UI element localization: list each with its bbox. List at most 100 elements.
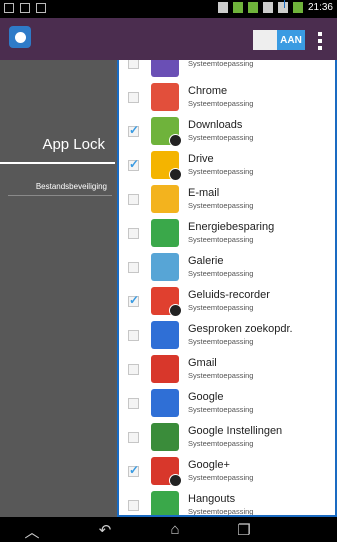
app-name: Drive (188, 153, 214, 166)
drawer-item-file-protection[interactable]: Bestandsbeveiliging (36, 182, 107, 191)
downloads-icon (151, 117, 182, 147)
app-checkbox[interactable] (128, 431, 139, 443)
app-checkbox[interactable] (128, 293, 139, 307)
email-icon (151, 185, 179, 213)
vibrate-icon (262, 2, 273, 13)
notification-icons (4, 3, 46, 13)
chrome-icon (151, 83, 179, 111)
app-checkbox[interactable] (128, 60, 139, 69)
drive-icon (151, 151, 182, 181)
lock-badge-icon (169, 168, 182, 181)
app-checkbox[interactable] (128, 227, 139, 239)
app-checkbox[interactable] (128, 157, 139, 171)
action-bar: AAN (0, 18, 337, 60)
app-checkbox[interactable] (128, 193, 139, 205)
recorder-icon (151, 287, 182, 317)
app-row[interactable]: Google Instellingen Systeemtoepassing (119, 420, 335, 454)
app-checkbox[interactable] (128, 123, 139, 137)
app-row[interactable]: Chrome Systeemtoepassing (119, 80, 335, 114)
status-bar: 21:36 (0, 0, 337, 18)
callout-line (284, 0, 285, 8)
app-row[interactable]: DriveSysteemtoepassing (119, 148, 335, 182)
app-row[interactable]: Google Systeemtoepassing (119, 386, 335, 420)
google-settings-icon (151, 423, 179, 451)
lock-badge-icon (169, 134, 182, 147)
navigation-bar: ︿ ↶ ⌂ ❐ (0, 517, 337, 542)
app-type: Systeemtoepassing (188, 200, 254, 210)
app-type: Systeemtoepassing (188, 132, 254, 142)
app-name: Hangouts (188, 493, 236, 506)
android-icon (247, 2, 258, 13)
gallery-icon (151, 253, 179, 281)
app-row[interactable]: Gmail Systeemtoepassing (119, 352, 335, 386)
image-icon (36, 3, 46, 13)
app-type: Systeemtoepassing (188, 98, 254, 108)
app-lock-status-icon (232, 2, 243, 13)
battery-icon (292, 2, 303, 13)
recent-apps-icon[interactable]: ❐ (232, 521, 256, 539)
app-type: Systeemtoepassing (188, 438, 254, 448)
system-icons: 21:36 (217, 2, 333, 13)
app-checkbox[interactable] (128, 397, 139, 409)
app-type: Systeemtoepassing (188, 234, 254, 244)
drawer-divider (8, 195, 112, 196)
app-name: Galerie (188, 255, 224, 268)
drawer-item-app-lock[interactable]: App Lock (42, 136, 105, 153)
app-checkbox[interactable] (128, 261, 139, 273)
app-checkbox[interactable] (128, 499, 139, 511)
bluetooth-icon (217, 2, 228, 13)
app-type: Systeemtoepassing (188, 404, 254, 414)
app-checkbox[interactable] (128, 91, 139, 103)
app-type: Systeemtoepassing (188, 370, 254, 380)
app-checkbox[interactable] (128, 329, 139, 341)
app-row[interactable]: DownloadsSysteemtoepassing (119, 114, 335, 148)
app-row[interactable]: Galerie Systeemtoepassing (119, 250, 335, 284)
app-type: Systeemtoepassing (188, 302, 254, 312)
lock-badge-icon (169, 304, 182, 317)
overflow-menu-icon[interactable] (318, 32, 322, 50)
app-name: Google+ (188, 459, 230, 472)
app-row[interactable]: Geluids-recorderSysteemtoepassing (119, 284, 335, 318)
app-lock-icon[interactable] (9, 26, 31, 48)
app-list[interactable]: Systeemtoepassing Chrome Systeemtoepassing… (117, 60, 337, 517)
app-name: Chrome (188, 85, 228, 98)
app-type: Systeemtoepassing (188, 506, 254, 516)
app-type: Systeemtoepassing (188, 60, 254, 69)
battery-icon (151, 219, 179, 247)
app-name: Gesproken zoekopdr. (188, 323, 293, 336)
app-type: Systeemtoepassing (188, 336, 254, 346)
usb-icon (4, 3, 14, 13)
app-name: E-mail (188, 187, 220, 200)
app-name: Energiebesparing (188, 221, 275, 234)
toggle-track (253, 30, 277, 50)
gmail-icon (151, 355, 179, 383)
app-row[interactable]: Gesproken zoekopdr. Systeemtoepassing (119, 318, 335, 352)
app-name: Google (188, 391, 224, 404)
voice-search-icon (151, 321, 179, 349)
app-name: Geluids-recorder (188, 289, 270, 302)
app-row[interactable]: Hangouts Systeemtoepassing (119, 488, 335, 516)
toggle-label: AAN (277, 30, 305, 50)
app-row[interactable]: Energiebesparing Systeemtoepassing (119, 216, 335, 250)
google-icon (151, 389, 179, 417)
app-name: Gmail (188, 357, 217, 370)
app-name: Google Instellingen (188, 425, 283, 438)
selected-indicator (0, 162, 115, 164)
app-type: Systeemtoepassing (188, 472, 254, 482)
home-icon[interactable]: ⌂ (163, 521, 187, 538)
unknown-app-icon (151, 60, 179, 77)
navigation-drawer: App Lock Bestandsbeveiliging (0, 60, 115, 517)
app-name: Downloads (188, 119, 243, 132)
app-type: Systeemtoepassing (188, 166, 254, 176)
app-row[interactable]: Systeemtoepassing (119, 60, 335, 80)
back-icon[interactable]: ↶ (93, 521, 117, 539)
app-checkbox[interactable] (128, 463, 139, 477)
file-icon (20, 3, 30, 13)
clock: 21:36 (307, 2, 333, 13)
app-row[interactable]: E-mail Systeemtoepassing (119, 182, 335, 216)
lock-badge-icon (169, 474, 182, 487)
app-lock-toggle[interactable]: AAN (253, 30, 305, 50)
collapse-icon[interactable]: ︿ (20, 521, 44, 541)
app-checkbox[interactable] (128, 363, 139, 375)
app-row[interactable]: Google+Systeemtoepassing (119, 454, 335, 488)
